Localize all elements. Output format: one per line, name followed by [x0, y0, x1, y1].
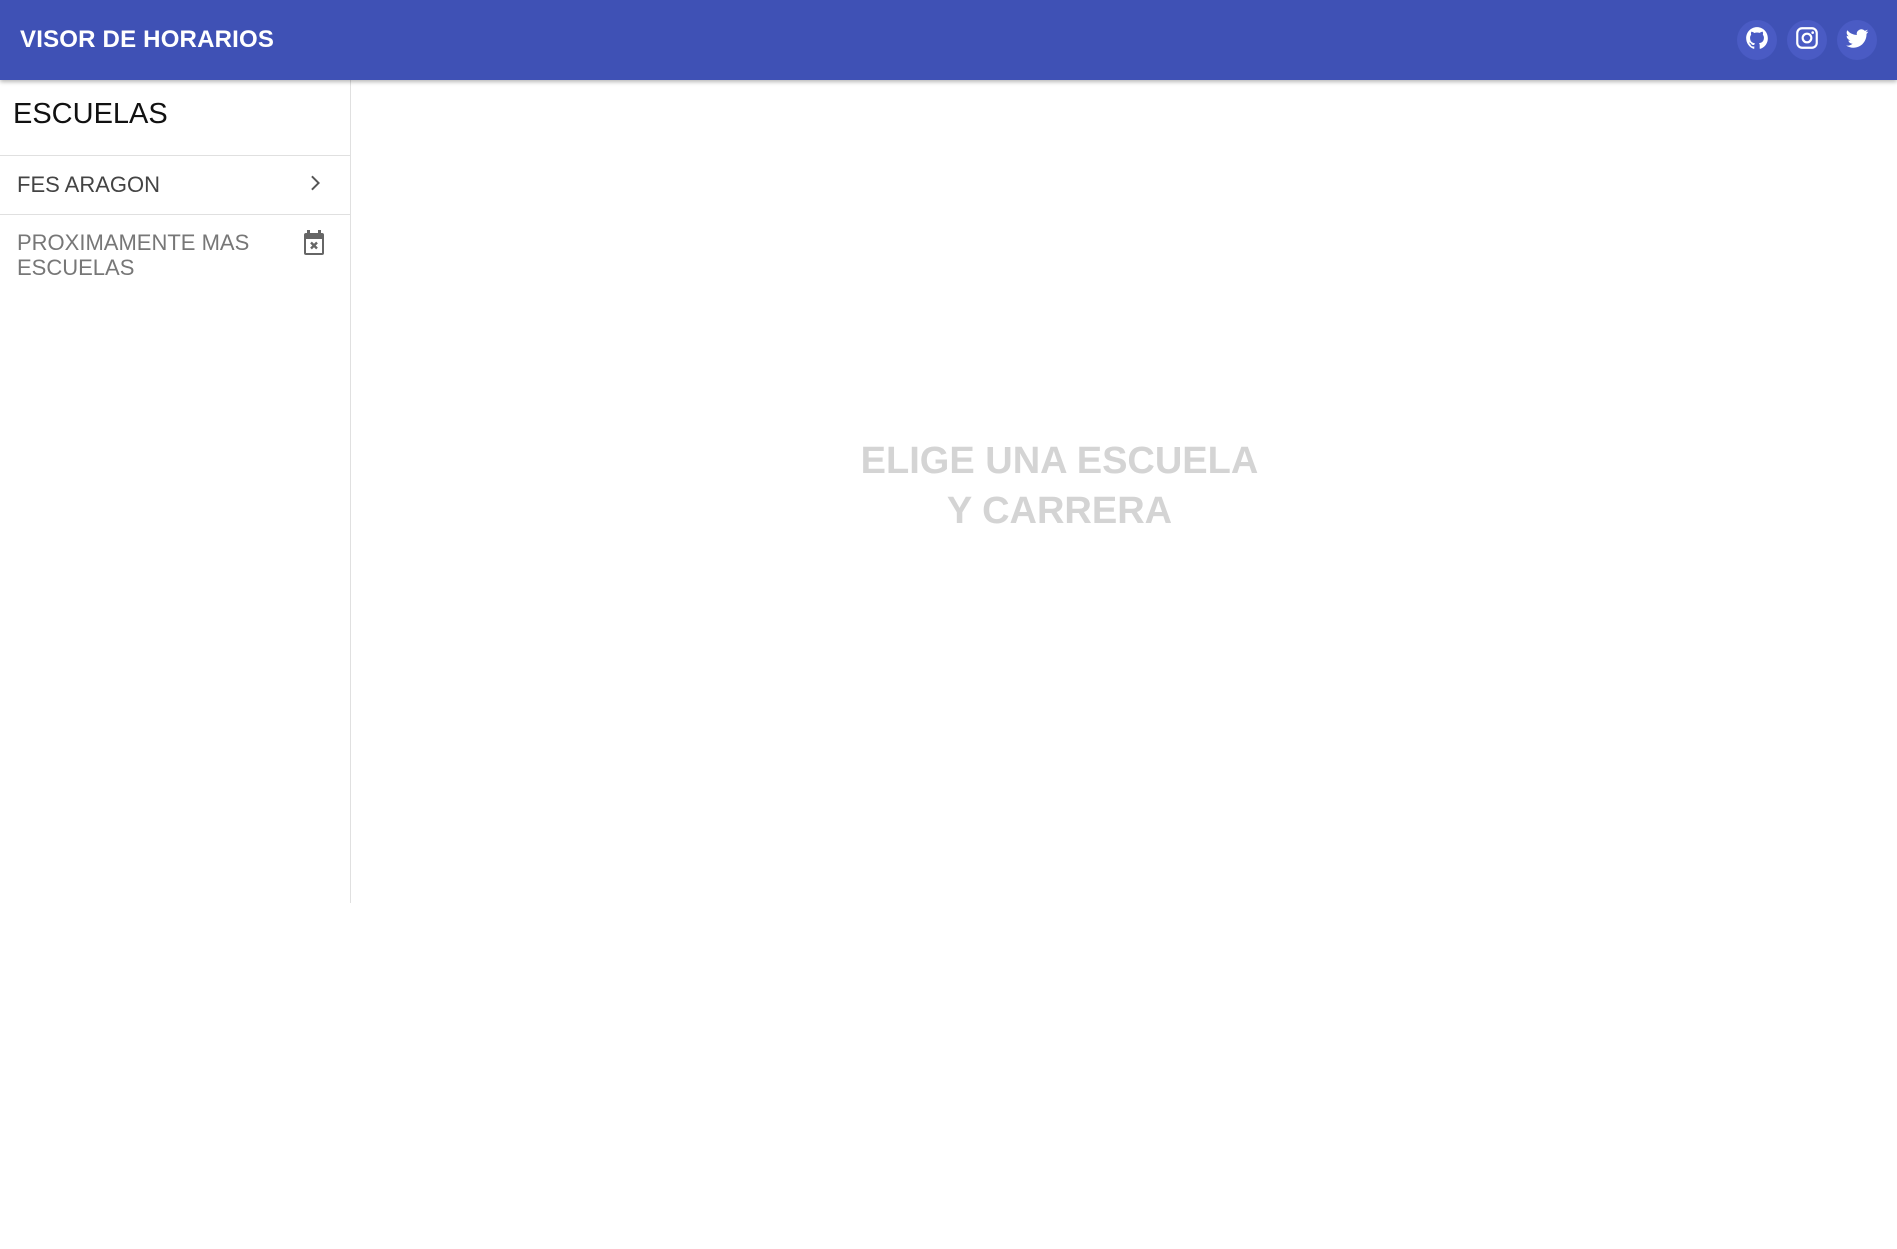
schools-sidebar: ESCUELAS FES ARAGON PROXIMAMENTE MAS ESC…	[0, 80, 351, 903]
empty-state-line-2: Y CARRERA	[946, 490, 1173, 532]
app-bar: VISOR DE HORARIOS	[0, 0, 1897, 80]
sidebar-title: ESCUELAS	[0, 80, 350, 156]
github-button[interactable]	[1737, 20, 1777, 60]
sidebar-item-fes-aragon[interactable]: FES ARAGON	[0, 156, 350, 215]
chevron-right-icon	[304, 171, 328, 200]
github-icon	[1744, 25, 1770, 56]
sidebar-item-label: FES ARAGON	[17, 172, 161, 197]
twitter-icon	[1844, 25, 1870, 56]
instagram-icon	[1794, 25, 1820, 56]
sidebar-item-label: PROXIMAMENTE MAS ESCUELAS	[17, 230, 250, 280]
app-title: VISOR DE HORARIOS	[20, 26, 275, 53]
twitter-button[interactable]	[1837, 20, 1877, 60]
empty-state-line-1: ELIGE UNA ESCUELA	[860, 440, 1259, 482]
social-links	[1737, 20, 1877, 60]
instagram-button[interactable]	[1787, 20, 1827, 60]
empty-state-message: ELIGE UNA ESCUELA Y CARRERA	[352, 436, 1897, 536]
sidebar-item-coming-soon: PROXIMAMENTE MAS ESCUELAS	[0, 215, 350, 280]
calendar-remove-icon	[302, 230, 326, 261]
